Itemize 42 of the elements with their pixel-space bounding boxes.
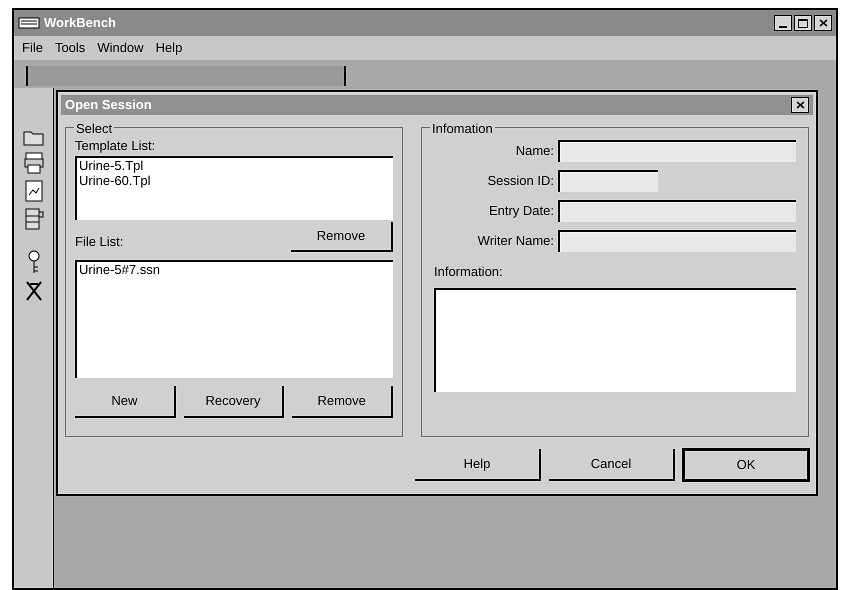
- minimize-button[interactable]: [774, 15, 792, 31]
- dialog-button[interactable]: Cancel: [549, 449, 675, 481]
- keyboard-icon: [18, 16, 40, 30]
- window-title: WorkBench: [44, 14, 116, 32]
- list-item[interactable]: Urine-5.Tpl: [79, 158, 144, 172]
- field-label: Name:: [514, 142, 554, 160]
- dialog-button[interactable]: OK: [683, 449, 809, 481]
- close-button[interactable]: [814, 15, 832, 31]
- menu-item[interactable]: Tools: [54, 38, 86, 58]
- printer-icon[interactable]: [24, 152, 44, 174]
- file-list-label: File List:: [75, 233, 124, 251]
- dialog-button[interactable]: Help: [415, 449, 541, 481]
- menu-item[interactable]: Window: [97, 38, 144, 58]
- list-item[interactable]: Urine-60.Tpl: [79, 172, 151, 188]
- text-field[interactable]: [558, 140, 796, 162]
- field-label: Writer Name:: [476, 232, 554, 250]
- dialog-button[interactable]: Recovery: [184, 386, 284, 418]
- close-icon: [796, 101, 804, 109]
- menu-item[interactable]: File: [22, 38, 43, 58]
- text-field[interactable]: [558, 170, 658, 192]
- key-icon[interactable]: [26, 250, 42, 274]
- field-label: Session ID:: [486, 172, 554, 190]
- text-field[interactable]: [558, 200, 796, 222]
- close-button[interactable]: [791, 97, 809, 113]
- document-icon[interactable]: [24, 180, 42, 202]
- remove-button[interactable]: Remove: [291, 222, 393, 252]
- template-list-label: Template List:: [75, 137, 156, 155]
- menu-item[interactable]: Help: [156, 38, 182, 58]
- tools-icon[interactable]: [24, 280, 44, 302]
- close-icon: [818, 19, 828, 27]
- file-list[interactable]: Urine-5#7.ssn: [75, 260, 393, 378]
- cabinet-icon[interactable]: [24, 208, 44, 230]
- maximize-button[interactable]: [794, 15, 812, 31]
- list-item[interactable]: Urine-5#7.ssn: [79, 262, 160, 276]
- dialog-button[interactable]: New: [75, 386, 176, 418]
- template-list[interactable]: Urine-5.Tpl Urine-60.Tpl: [75, 156, 393, 220]
- dialog-title: Open Session: [65, 96, 152, 114]
- text-field[interactable]: [558, 230, 796, 252]
- field-label: Entry Date:: [488, 202, 554, 220]
- dialog-button[interactable]: Remove: [292, 386, 394, 418]
- information-text-area[interactable]: [434, 288, 796, 392]
- information-label: Information:: [434, 263, 504, 281]
